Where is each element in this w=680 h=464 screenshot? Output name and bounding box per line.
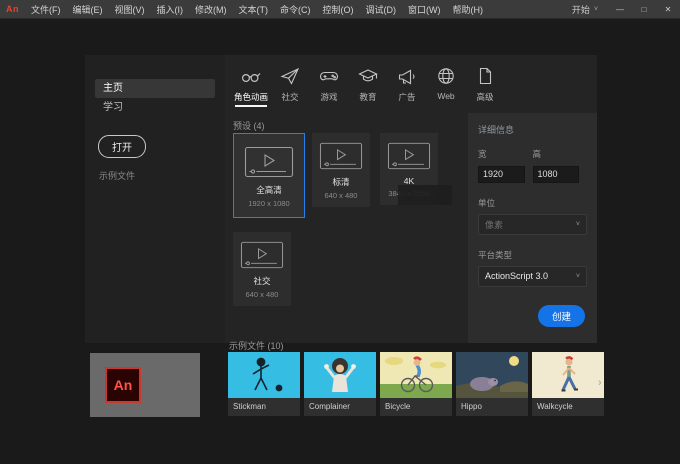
close-button[interactable]: ✕	[656, 0, 680, 18]
presets-header: 预设 (4)	[233, 121, 265, 131]
menu-file[interactable]: 文件(F)	[25, 3, 67, 16]
tab-education[interactable]: 教育	[350, 65, 386, 107]
menu-view[interactable]: 视图(V)	[109, 3, 151, 16]
sample-name: Stickman	[233, 402, 266, 411]
sidebar-item-home[interactable]: 主页	[95, 79, 215, 98]
gamepad-icon	[319, 65, 339, 87]
units-label: 单位	[478, 197, 496, 208]
workspace-caret-icon[interactable]: ˅	[594, 6, 608, 13]
preset-label: 标清	[332, 177, 350, 187]
category-tabs: 角色动画 社交 游戏 教育 广告 Web 高级	[233, 65, 506, 107]
graduation-cap-icon	[358, 65, 378, 87]
app-logo-an-icon: An	[6, 4, 19, 14]
sidebar-item-learn[interactable]: 学习	[95, 98, 215, 117]
tab-label: 角色动画	[233, 92, 268, 102]
menu-modify[interactable]: 修改(M)	[189, 3, 233, 16]
sample-card-hippo[interactable]: Hippo	[456, 352, 528, 416]
file-icon	[475, 65, 495, 87]
platform-select[interactable]: ActionScript 3.0 ˅	[478, 265, 587, 287]
preset-label: 全高清	[256, 185, 282, 195]
preset-label: 社交	[253, 276, 271, 286]
preset-grid: 全高清 1920 x 1080 标清 640 x 480 4K 3840 社交 …	[233, 133, 473, 320]
sample-card-walkcycle[interactable]: Walkcycle	[532, 352, 604, 416]
minimize-button[interactable]: —	[608, 0, 632, 18]
animate-app-icon: An	[105, 367, 141, 403]
video-doc-icon	[387, 142, 431, 170]
home-screen-panel: 主页 学习 打开 示例文件 角色动画 社交 游戏 教育 广告 Web 高级 预设…	[85, 55, 597, 343]
bicycle-thumbnail	[380, 352, 452, 398]
animate-promo-card: An	[90, 353, 200, 417]
menu-help[interactable]: 帮助(H)	[447, 3, 490, 16]
height-label: 高	[532, 149, 542, 159]
tab-label: Web	[437, 91, 455, 101]
preset-card-social[interactable]: 社交 640 x 480	[233, 232, 291, 306]
sample-name: Complainer	[309, 402, 350, 411]
workspace-switcher[interactable]: 开始	[562, 3, 594, 16]
menu-debug[interactable]: 调试(D)	[360, 3, 403, 16]
open-button[interactable]: 打开	[98, 135, 146, 158]
chevron-down-icon: ˅	[575, 272, 580, 280]
create-button[interactable]: 创建	[537, 305, 585, 327]
sidebar-sample-files-link[interactable]: 示例文件	[99, 169, 135, 182]
tab-label: 广告	[398, 92, 416, 102]
stickman-thumbnail	[228, 352, 300, 398]
hippo-thumbnail	[456, 352, 528, 398]
walkcycle-thumbnail	[532, 352, 604, 398]
tab-label: 教育	[359, 92, 377, 102]
tab-games[interactable]: 游戏	[311, 65, 347, 107]
menu-control[interactable]: 控制(O)	[317, 3, 360, 16]
sample-files-row: Stickman Complainer Bicycle Hippo Walkcy…	[228, 352, 608, 416]
tab-web[interactable]: Web	[428, 65, 464, 107]
width-label: 宽	[478, 149, 487, 159]
tab-character-animation[interactable]: 角色动画	[233, 65, 269, 107]
height-input[interactable]	[532, 165, 579, 183]
units-value: 像素	[485, 219, 504, 230]
chevron-down-icon: ˅	[575, 220, 580, 228]
sample-name: Bicycle	[385, 402, 411, 411]
maximize-button[interactable]: □	[632, 0, 656, 18]
megaphone-icon	[397, 65, 417, 87]
menu-edit[interactable]: 编辑(E)	[67, 3, 109, 16]
preset-card-sd[interactable]: 标清 640 x 480	[312, 133, 370, 207]
tab-label: 社交	[281, 92, 299, 102]
preset-card-4k[interactable]: 4K 3840 x 2160	[380, 133, 452, 205]
video-doc-icon	[240, 241, 284, 269]
sample-name: Walkcycle	[537, 402, 573, 411]
preset-dimensions: 640 x 480	[324, 191, 358, 200]
globe-icon	[436, 65, 456, 87]
tab-advanced[interactable]: 高级	[467, 65, 503, 107]
menu-window[interactable]: 窗口(W)	[402, 3, 447, 16]
tab-social[interactable]: 社交	[272, 65, 308, 107]
goggles-icon	[240, 65, 262, 87]
menu-commands[interactable]: 命令(C)	[274, 3, 317, 16]
details-header: 详细信息	[478, 125, 515, 135]
sample-files-header: 示例文件 (10)	[229, 341, 284, 351]
paper-plane-icon	[280, 65, 300, 87]
preset-dimensions: 1920 x 1080	[248, 199, 290, 208]
menu-text[interactable]: 文本(T)	[233, 3, 275, 16]
platform-label: 平台类型	[478, 249, 513, 260]
width-input[interactable]	[478, 165, 525, 183]
video-doc-icon	[319, 142, 363, 170]
menu-insert[interactable]: 插入(I)	[151, 3, 190, 16]
sample-card-bicycle[interactable]: Bicycle	[380, 352, 452, 416]
video-doc-icon	[244, 146, 294, 178]
preset-card-fullhd[interactable]: 全高清 1920 x 1080	[233, 133, 305, 218]
complainer-thumbnail	[304, 352, 376, 398]
sidebar: 主页 学习 打开 示例文件	[85, 55, 225, 343]
titlebar: An 文件(F) 编辑(E) 视图(V) 插入(I) 修改(M) 文本(T) 命…	[0, 0, 680, 19]
tab-label: 高级	[476, 92, 494, 102]
preset-dimensions: 640 x 480	[245, 290, 279, 299]
tab-label: 游戏	[320, 92, 338, 102]
sample-card-complainer[interactable]: Complainer	[304, 352, 376, 416]
main-content: 角色动画 社交 游戏 教育 广告 Web 高级 预设 (4) 全高清 1920 …	[225, 55, 597, 343]
tooltip-shadow-overlay	[398, 185, 452, 205]
platform-value: ActionScript 3.0	[485, 271, 549, 281]
samples-scroll-right-arrow[interactable]: ›	[598, 377, 602, 389]
tab-ads[interactable]: 广告	[389, 65, 425, 107]
units-select: 像素 ˅	[478, 213, 587, 235]
sample-name: Hippo	[461, 402, 482, 411]
details-panel: 详细信息 宽 高 单位 像素 ˅ 平台类型 ActionScript 3.0 ˅	[468, 113, 597, 343]
sample-card-stickman[interactable]: Stickman	[228, 352, 300, 416]
